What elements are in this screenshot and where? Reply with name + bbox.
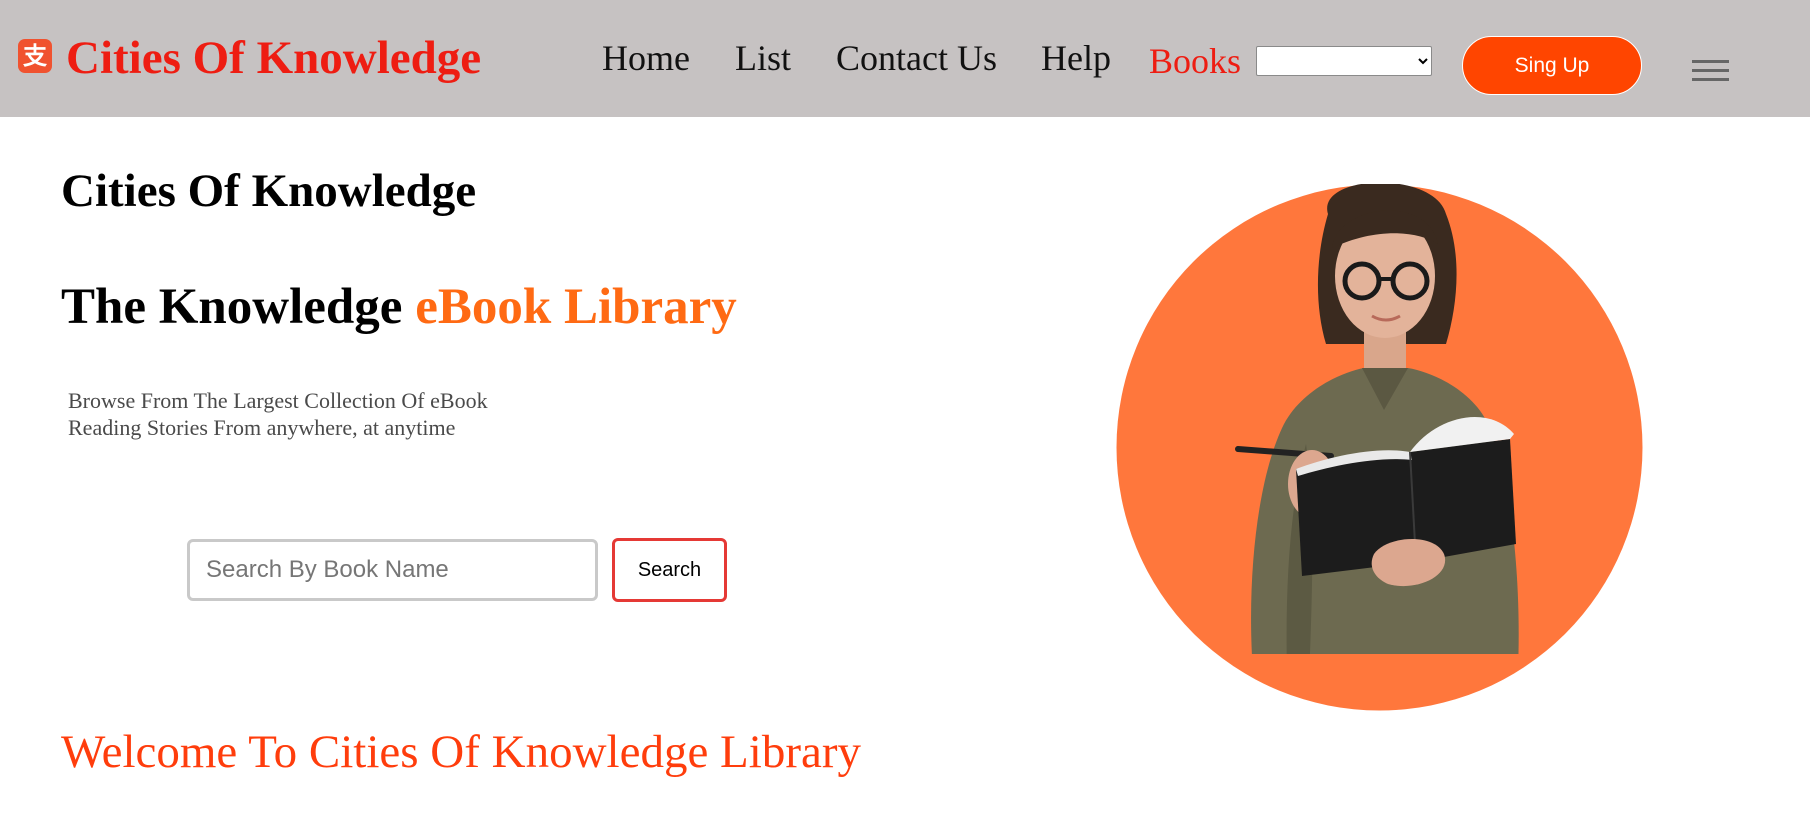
nav-link-books[interactable]: Books xyxy=(1149,40,1241,82)
alipay-logo-icon[interactable]: 支 xyxy=(18,39,52,73)
hero-heading: The Knowledge eBook Library xyxy=(61,277,737,337)
books-dropdown[interactable] xyxy=(1256,46,1432,76)
hero-heading-accent: eBook Library xyxy=(415,279,737,335)
nav-link-home[interactable]: Home xyxy=(602,37,690,79)
hamburger-menu-icon[interactable] xyxy=(1692,60,1729,82)
welcome-heading: Welcome To Cities Of Knowledge Library xyxy=(61,726,861,778)
hero-description: Browse From The Largest Collection Of eB… xyxy=(68,388,488,440)
hero-heading-main: The Knowledge xyxy=(61,279,416,335)
hamburger-line xyxy=(1692,78,1729,81)
book-search-input[interactable] xyxy=(187,539,598,601)
top-navbar: 支 Cities Of Knowledge Home List Contact … xyxy=(0,0,1810,117)
hamburger-line xyxy=(1692,60,1729,63)
woman-reading-book-illustration xyxy=(1116,184,1643,711)
hamburger-line xyxy=(1692,69,1729,72)
signup-button[interactable]: Sing Up xyxy=(1462,36,1642,95)
site-title: Cities Of Knowledge xyxy=(61,165,477,217)
nav-link-list[interactable]: List xyxy=(735,37,791,79)
nav-link-contact-us[interactable]: Contact Us xyxy=(836,37,997,79)
search-button[interactable]: Search xyxy=(612,538,727,602)
brand-logo-text[interactable]: Cities Of Knowledge xyxy=(66,30,481,86)
nav-link-help[interactable]: Help xyxy=(1041,37,1111,79)
